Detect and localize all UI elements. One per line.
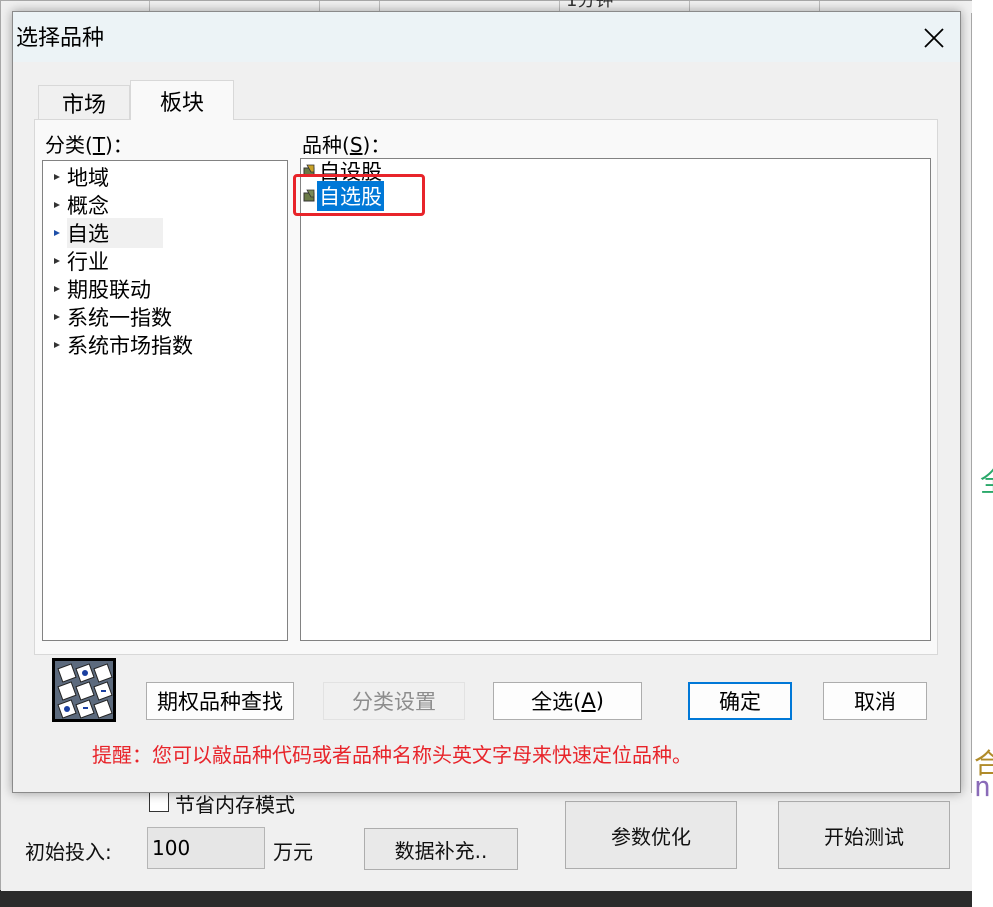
dialog-titlebar: 选择品种 (13, 12, 960, 62)
tab-sector[interactable]: 板块 (130, 80, 234, 120)
editor-glyph: 全 (980, 460, 993, 500)
category-item-label: 行业 (67, 250, 109, 274)
close-button[interactable] (914, 18, 954, 58)
select-all-suffix: ) (595, 689, 604, 713)
param-optimize-button[interactable]: 参数优化 (565, 801, 737, 869)
category-item-custom[interactable]: 自选 (47, 218, 163, 248)
category-item-concept[interactable]: 概念 (47, 191, 109, 219)
select-all-button[interactable]: 全选(A) (493, 682, 642, 720)
variety-list[interactable]: 自设股 自选股 (300, 158, 931, 641)
background-timeframe-text: 1分钟 (566, 0, 614, 11)
category-list[interactable]: 地域 概念 自选 行业 期股联动 系统一指数 系统市场指数 (42, 160, 288, 641)
category-item-region[interactable]: 地域 (47, 163, 109, 191)
arrow-bullet-icon (47, 284, 67, 294)
arrow-bullet-icon (47, 256, 67, 266)
category-item-system-market-index[interactable]: 系统市场指数 (47, 331, 193, 359)
close-icon (924, 28, 944, 48)
app-logo-icon (52, 658, 116, 722)
cancel-button[interactable]: 取消 (823, 682, 927, 720)
variety-label-key: S (349, 133, 363, 157)
start-test-button[interactable]: 开始测试 (778, 801, 950, 869)
variety-label-prefix: 品种( (302, 133, 350, 157)
save-memory-checkbox[interactable] (149, 792, 169, 812)
category-item-system-index[interactable]: 系统一指数 (47, 303, 172, 331)
arrow-bullet-icon (47, 172, 67, 182)
variety-label-suffix: )： (362, 133, 391, 157)
category-item-futures-stock-link[interactable]: 期股联动 (47, 275, 151, 303)
option-search-button[interactable]: 期权品种查找 (146, 682, 294, 720)
editor-glyph: n (974, 770, 991, 803)
category-label-prefix: 分类( (45, 133, 93, 157)
initial-investment-label: 初始投入: (25, 840, 112, 864)
category-settings-button[interactable]: 分类设置 (323, 682, 465, 720)
category-item-label: 自选 (67, 218, 163, 248)
select-all-prefix: 全选( (531, 690, 582, 714)
background-editor-edge: 全 合 n (972, 0, 993, 907)
select-all-key: A (581, 689, 596, 713)
data-supplement-button[interactable]: 数据补充.. (364, 828, 518, 870)
category-item-label: 系统市场指数 (67, 334, 193, 358)
arrow-bullet-icon (47, 340, 67, 350)
arrow-bullet-icon (47, 200, 67, 210)
annotation-highlight-box (293, 174, 425, 216)
category-item-label: 系统一指数 (67, 306, 172, 330)
category-item-industry[interactable]: 行业 (47, 247, 109, 275)
category-item-label: 地域 (67, 166, 109, 190)
dialog-title: 选择品种 (16, 26, 105, 51)
unit-label: 万元 (273, 840, 313, 864)
save-memory-label: 节省内存模式 (175, 793, 295, 817)
hint-text: 提醒：您可以敲品种代码或者品种名称头英文字母来快速定位品种。 (92, 743, 692, 767)
category-label-key: T (92, 133, 106, 157)
arrow-bullet-icon (47, 228, 67, 238)
variety-label: 品种(S)： (302, 129, 390, 158)
arrow-bullet-icon (47, 312, 67, 322)
category-item-label: 概念 (67, 194, 109, 218)
ok-button[interactable]: 确定 (688, 682, 792, 720)
tab-market[interactable]: 市场 (38, 85, 130, 119)
initial-investment-input[interactable]: 100 (147, 827, 265, 869)
category-label: 分类(T)： (45, 129, 133, 158)
category-label-suffix: )： (105, 133, 133, 157)
select-variety-dialog: 选择品种 市场 板块 分类(T)： 品种(S)： 地域 概念 自选 行业 期股联… (12, 11, 961, 793)
category-item-label: 期股联动 (67, 278, 151, 302)
